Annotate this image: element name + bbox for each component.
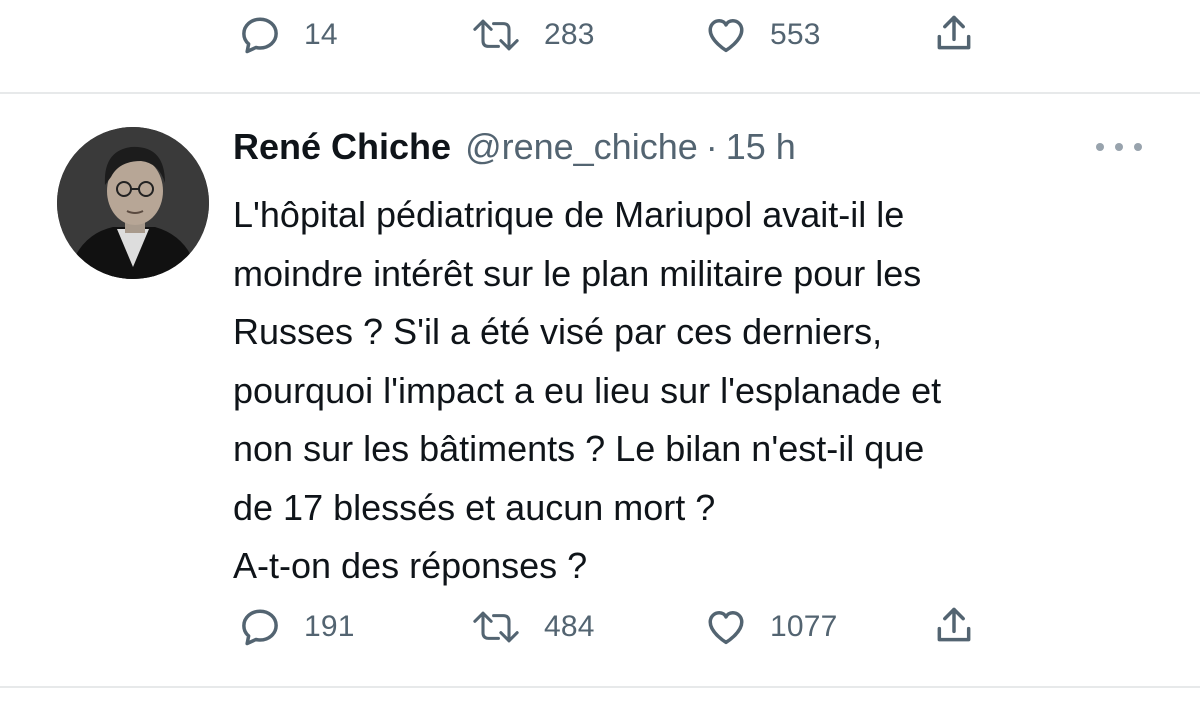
retweet-count: 484 (544, 610, 595, 643)
separator-dot: · (705, 126, 718, 167)
reply-button[interactable]: 191 (238, 605, 355, 649)
previous-tweet-action-bar: 14 283 553 (0, 0, 1200, 92)
heart-outline-icon (704, 13, 748, 57)
speech-bubble-icon (238, 605, 282, 649)
profile-photo (57, 127, 209, 279)
tweet-text: L'hôpital pédiatrique de Mariupol avait-… (233, 194, 942, 586)
more-horizontal-icon[interactable] (1096, 132, 1142, 162)
retweet-arrows-icon (470, 13, 522, 57)
tweet-divider (0, 92, 1200, 94)
more-dot (1115, 143, 1123, 151)
more-dot (1096, 143, 1104, 151)
reply-button[interactable]: 14 (238, 13, 338, 57)
share-upload-icon (932, 11, 976, 55)
more-dot (1134, 143, 1142, 151)
author-name[interactable]: René Chiche (233, 126, 451, 168)
retweet-button[interactable]: 484 (470, 605, 595, 649)
like-button[interactable]: 1077 (704, 605, 838, 649)
speech-bubble-icon (238, 13, 282, 57)
reply-count: 191 (304, 610, 355, 643)
avatar[interactable] (57, 127, 209, 279)
tweet-divider (0, 686, 1200, 688)
like-count: 553 (770, 18, 821, 51)
share-button[interactable] (932, 603, 976, 647)
author-handle[interactable]: @rene_chiche (465, 126, 698, 168)
like-button[interactable]: 553 (704, 13, 821, 57)
retweet-count: 283 (544, 18, 595, 51)
retweet-button[interactable]: 283 (470, 13, 595, 57)
heart-outline-icon (704, 605, 748, 649)
like-count: 1077 (770, 610, 838, 643)
tweet-timestamp[interactable]: 15 h (726, 126, 796, 168)
share-button[interactable] (932, 11, 976, 55)
retweet-arrows-icon (470, 605, 522, 649)
reply-count: 14 (304, 18, 338, 51)
share-upload-icon (932, 603, 976, 647)
tweet-header: René Chiche @rene_chiche · 15 h (233, 126, 796, 168)
